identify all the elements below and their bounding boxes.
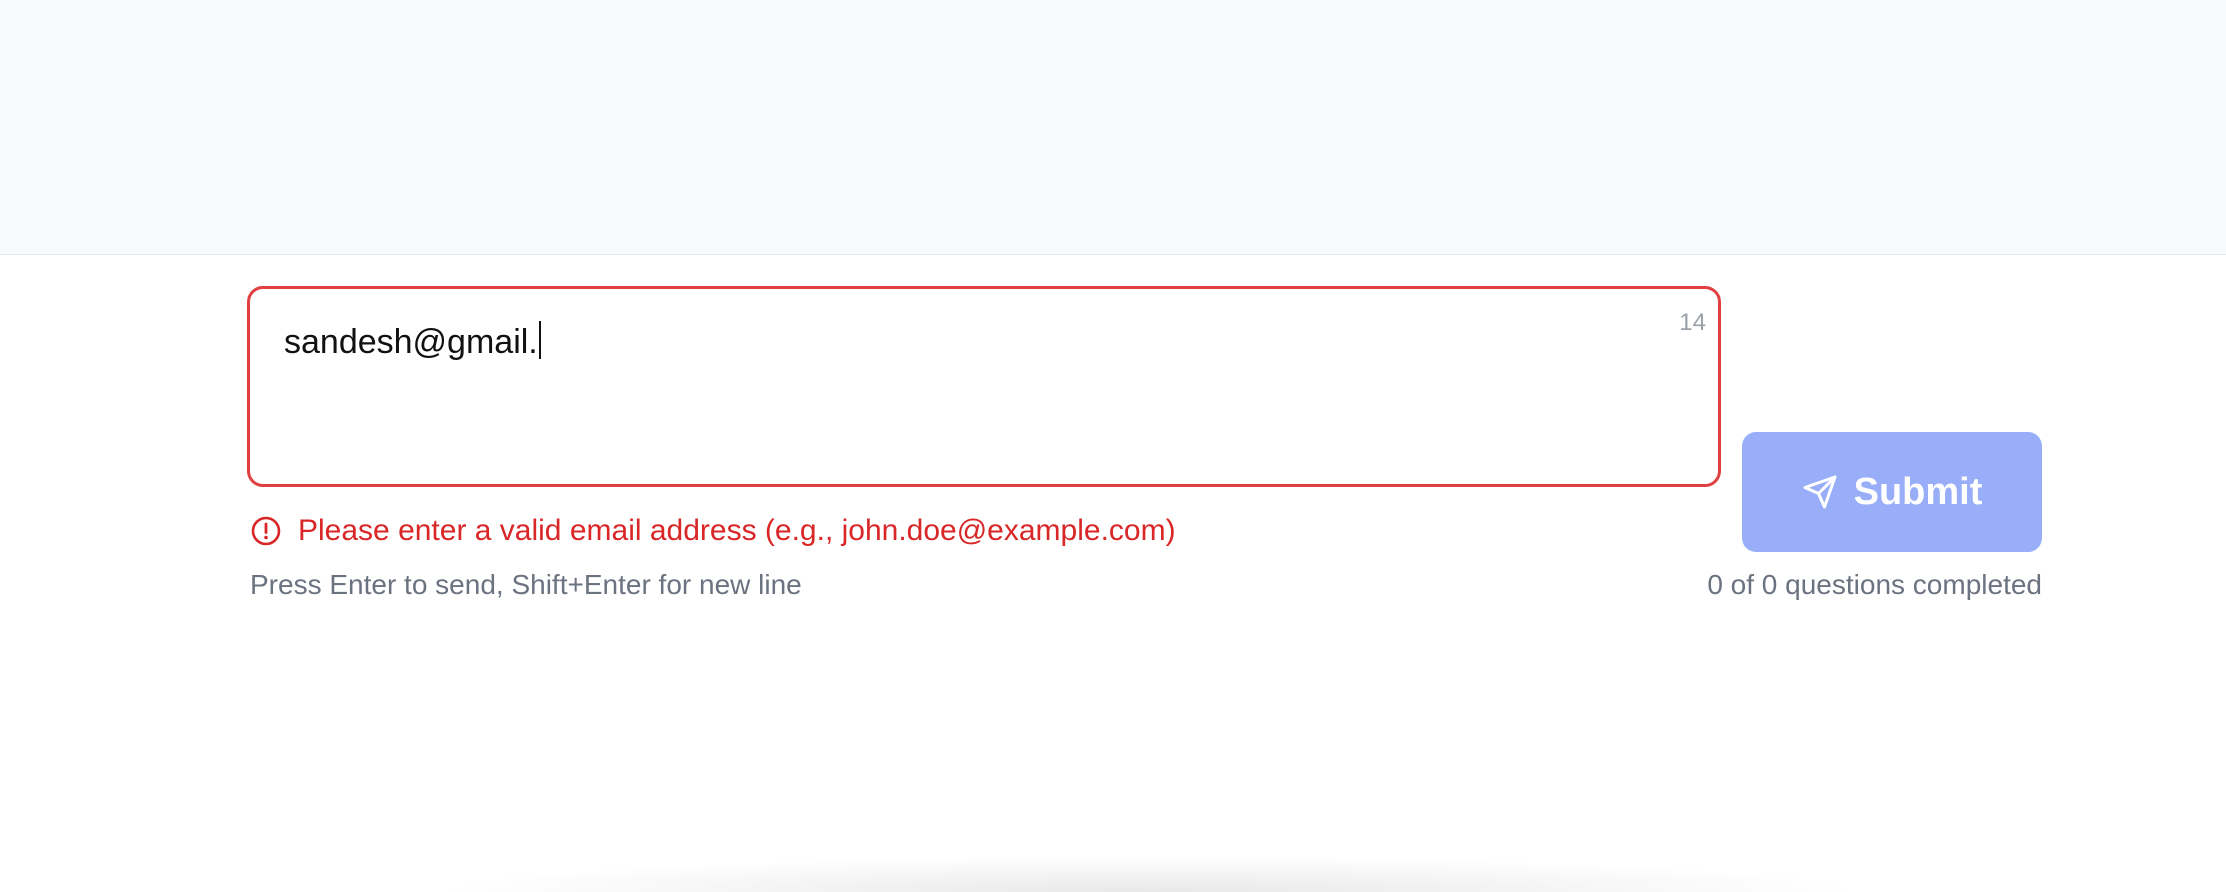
conversation-area — [0, 0, 2226, 255]
questions-progress: 0 of 0 questions completed — [1707, 569, 2042, 600]
text-caret — [538, 321, 541, 359]
alert-circle-icon — [250, 515, 282, 547]
send-icon — [1802, 474, 1838, 510]
character-count: 14 — [1679, 309, 1706, 336]
answer-input[interactable]: sandesh@gmail. 14 — [247, 286, 1721, 487]
answer-input-value: sandesh@gmail. — [284, 323, 538, 361]
answer-input-text[interactable]: sandesh@gmail. — [284, 321, 541, 362]
composer: sandesh@gmail. 14 Please enter a valid e… — [0, 256, 2226, 892]
submit-button-label: Submit — [1853, 470, 1983, 513]
validation-error-message: Please enter a valid email address (e.g.… — [298, 514, 1176, 547]
validation-error: Please enter a valid email address (e.g.… — [250, 511, 1176, 551]
keyboard-hint: Press Enter to send, Shift+Enter for new… — [250, 569, 802, 600]
submit-button[interactable]: Submit — [1742, 432, 2042, 552]
bottom-shadow — [430, 856, 1870, 892]
